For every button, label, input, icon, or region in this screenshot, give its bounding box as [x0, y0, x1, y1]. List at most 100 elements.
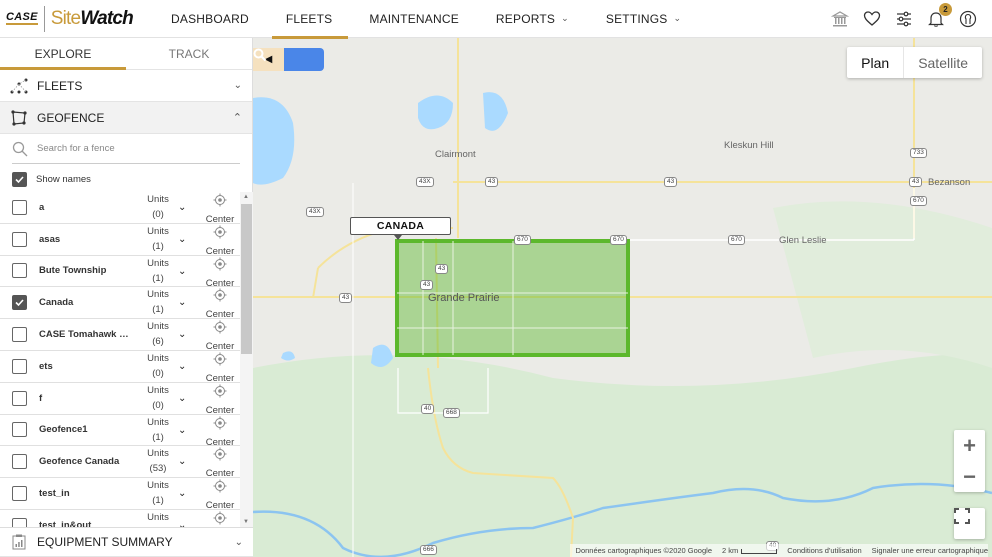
road-shield: 43	[485, 177, 499, 187]
map[interactable]: ◀ Plan Satellite Clairmont Kleskun Hill …	[253, 38, 992, 557]
nav-dashboard-label: DASHBOARD	[171, 11, 249, 26]
map-scale: 2 km	[722, 546, 778, 555]
expand-chevron-icon[interactable]: ⌄	[178, 297, 186, 308]
geofence-row[interactable]: Geofence1 Units (1) ⌄ Center	[0, 415, 240, 450]
road-shield: 670	[910, 196, 927, 206]
geofence-checkbox[interactable]	[12, 422, 27, 438]
top-bar: CASE Site Watch DASHBOARD FLEETS MAINTENA…	[0, 0, 992, 39]
geofence-name: f	[39, 392, 43, 404]
geofence-checkbox[interactable]	[12, 486, 27, 502]
geofence-row[interactable]: test_in&out Units ⌄ Center	[0, 510, 240, 527]
chevron-down-icon: ⌄	[234, 536, 243, 548]
map-terms-link[interactable]: Conditions d'utilisation	[787, 546, 861, 555]
zoom-in-button[interactable]: +	[954, 430, 985, 461]
geofence-row[interactable]: asas Units (1) ⌄ Center	[0, 224, 240, 259]
zoom-out-button[interactable]: −	[954, 461, 985, 492]
geofence-units: Units (0)	[140, 192, 176, 222]
center-button[interactable]: Center	[200, 225, 240, 259]
geofence-row[interactable]: test_in Units (1) ⌄ Center	[0, 478, 240, 513]
units-label: Units	[147, 257, 169, 269]
expand-chevron-icon[interactable]: ⌄	[178, 234, 186, 245]
crosshair-icon	[213, 416, 227, 430]
geofence-checkbox[interactable]	[12, 517, 27, 527]
nav-dashboard[interactable]: DASHBOARD	[171, 0, 249, 38]
nav-maintenance[interactable]: MAINTENANCE	[369, 0, 459, 38]
section-geofence[interactable]: GEOFENCE ⌃	[0, 102, 252, 134]
expand-chevron-icon[interactable]: ⌄	[178, 266, 186, 277]
expand-chevron-icon[interactable]: ⌄	[178, 520, 186, 527]
scroll-up-icon[interactable]: ▲	[243, 194, 249, 200]
geofence-checkbox[interactable]	[12, 327, 27, 343]
map-search-button[interactable]	[253, 48, 324, 71]
place-label: Glen Leslie	[779, 235, 827, 246]
sliders-icon[interactable]	[894, 9, 914, 29]
show-names-checkbox[interactable]	[12, 171, 27, 187]
tab-explore-label: EXPLORE	[34, 46, 92, 61]
expand-chevron-icon[interactable]: ⌄	[178, 425, 186, 436]
center-button[interactable]: Center	[200, 288, 240, 322]
crosshair-icon	[213, 193, 227, 207]
geofence-name: test_in	[39, 488, 70, 500]
center-button[interactable]: Center	[200, 416, 240, 450]
road-shield: 43X	[416, 177, 434, 187]
show-names-label: Show names	[36, 173, 91, 185]
list-scrollbar[interactable]: ▲ ▼	[240, 192, 253, 527]
map-type-satellite[interactable]: Satellite	[903, 47, 982, 78]
map-lake	[253, 97, 295, 185]
fence-search-input[interactable]	[37, 143, 217, 154]
center-button[interactable]: Center	[200, 479, 240, 513]
geofence-row[interactable]: f Units (0) ⌄ Center	[0, 383, 240, 418]
tab-track[interactable]: TRACK	[126, 38, 252, 69]
bell-icon[interactable]: 2	[926, 3, 952, 29]
user-icon[interactable]	[958, 9, 978, 29]
bank-icon[interactable]	[830, 9, 850, 29]
nav-fleets[interactable]: FLEETS	[271, 0, 348, 39]
case-logo: CASE	[6, 11, 38, 25]
geofence-checkbox[interactable]	[12, 263, 27, 279]
geofence-checkbox[interactable]	[12, 199, 27, 215]
geofence-row[interactable]: Canada Units (1) ⌄ Center	[0, 287, 240, 322]
expand-chevron-icon[interactable]: ⌄	[178, 361, 186, 372]
main-nav: DASHBOARD FLEETS MAINTENANCE REPORTS ⌄ SE…	[171, 0, 718, 39]
center-button[interactable]: Center	[200, 320, 240, 354]
geofence-checkbox[interactable]	[12, 454, 27, 470]
expand-chevron-icon[interactable]: ⌄	[178, 329, 186, 340]
expand-chevron-icon[interactable]: ⌄	[178, 456, 186, 467]
geofence-checkbox[interactable]	[12, 231, 27, 247]
fullscreen-icon	[954, 508, 970, 524]
section-equipment-summary[interactable]: EQUIPMENT SUMMARY ⌄	[0, 527, 253, 557]
road-shield: 43	[435, 264, 449, 274]
map-type-plan[interactable]: Plan	[847, 47, 903, 78]
scroll-down-icon[interactable]: ▼	[243, 519, 249, 525]
crosshair-icon	[213, 257, 227, 271]
nav-settings[interactable]: SETTINGS ⌄	[606, 0, 681, 38]
tab-explore[interactable]: EXPLORE	[0, 38, 126, 70]
center-button[interactable]: Center	[200, 193, 240, 227]
section-fleets[interactable]: FLEETS ⌄	[0, 70, 252, 102]
fullscreen-button[interactable]	[954, 508, 985, 539]
nav-reports[interactable]: REPORTS ⌄	[496, 0, 569, 38]
center-button[interactable]: Center	[200, 447, 240, 481]
geofence-checkbox[interactable]	[12, 358, 27, 374]
center-button[interactable]: Center	[200, 257, 240, 291]
scrollbar-thumb[interactable]	[241, 204, 252, 354]
center-button[interactable]: Center	[200, 511, 240, 527]
geofence-row[interactable]: a Units (0) ⌄ Center	[0, 192, 240, 227]
heart-icon[interactable]	[862, 9, 882, 29]
road-shield: 668	[443, 408, 460, 418]
geofence-row[interactable]: ets Units (0) ⌄ Center	[0, 351, 240, 386]
center-button[interactable]: Center	[200, 352, 240, 386]
expand-chevron-icon[interactable]: ⌄	[178, 202, 186, 213]
geofence-row[interactable]: Geofence Canada Units (53) ⌄ Center	[0, 446, 240, 481]
geofence-checkbox[interactable]	[12, 295, 27, 311]
expand-chevron-icon[interactable]: ⌄	[178, 393, 186, 404]
show-names-toggle[interactable]: Show names	[0, 164, 252, 194]
map-report-link[interactable]: Signaler une erreur cartographique	[872, 546, 988, 555]
expand-chevron-icon[interactable]: ⌄	[178, 488, 186, 499]
geofence-row[interactable]: CASE Tomahawk Ge... Units (6) ⌄ Center	[0, 319, 240, 354]
geofence-row[interactable]: Bute Township Units (1) ⌄ Center	[0, 256, 240, 291]
geofence-checkbox[interactable]	[12, 390, 27, 406]
center-button[interactable]: Center	[200, 384, 240, 418]
place-label: Kleskun Hill	[724, 140, 774, 151]
sitewatch-logo[interactable]: CASE Site Watch	[0, 0, 150, 38]
